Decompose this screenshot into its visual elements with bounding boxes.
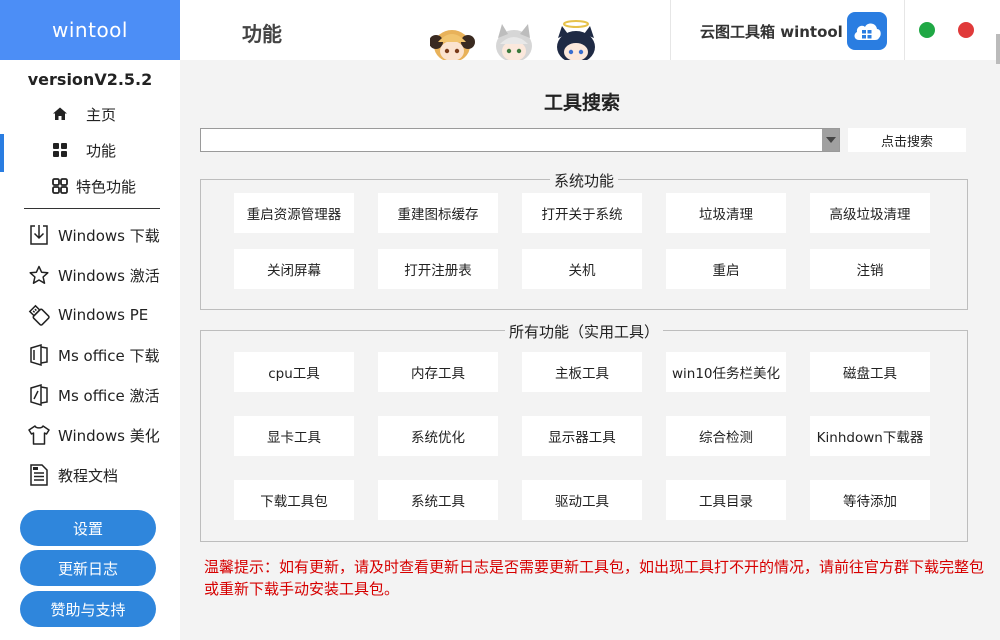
cloud-toolbox-label: 云图工具箱 wintool	[700, 23, 843, 41]
sidebar-label: Windows 美化	[58, 426, 160, 445]
sidebar-item-windows-activate[interactable]: Windows 激活	[0, 255, 180, 295]
sidebar-label: Windows 激活	[58, 266, 160, 285]
tool-button[interactable]: cpu工具	[234, 352, 354, 392]
document-icon	[28, 464, 50, 486]
version-label: versionV2.5.2	[27, 70, 153, 89]
system-functions-group: 系统功能 重启资源管理器 重建图标缓存 打开关于系统 垃圾清理 高级垃圾清理关闭屏幕 打开…	[200, 172, 968, 310]
header-separator	[670, 0, 671, 60]
settings-button[interactable]: 设置	[20, 510, 156, 546]
tool-button[interactable]: 内存工具	[378, 352, 498, 392]
tool-button[interactable]: 重建图标缓存	[378, 193, 498, 233]
tool-button[interactable]: 驱动工具	[522, 480, 642, 520]
nav-item-features[interactable]: 功能	[0, 132, 180, 172]
tool-button[interactable]: 高级垃圾清理	[810, 193, 930, 233]
tool-button[interactable]: 打开注册表	[378, 249, 498, 289]
tool-button[interactable]: 注销	[810, 249, 930, 289]
all-buttons-grid: cpu工具 内存工具 主板工具 win10任务栏美化 磁盘工具显卡工具 系统优化 显示器工具…	[234, 352, 930, 520]
nav-label-home: 主页	[86, 105, 117, 124]
sidebar-label: Windows 下载	[58, 226, 160, 245]
tool-button[interactable]: 等待添加	[810, 480, 930, 520]
sidebar-item-windows-beautify[interactable]: Windows 美化	[0, 415, 180, 455]
scrollbar-thumb[interactable]	[996, 34, 1000, 64]
minimize-button[interactable]	[919, 22, 935, 38]
usb-icon	[28, 304, 50, 326]
shirt-icon	[28, 424, 50, 446]
tool-button[interactable]: 重启资源管理器	[234, 193, 354, 233]
tool-button[interactable]: 打开关于系统	[522, 193, 642, 233]
tool-button[interactable]: 下载工具包	[234, 480, 354, 520]
sidebar: wintool versionV2.5.2 主页 功能 特色功能 Windows…	[0, 0, 180, 640]
app-window: wintool versionV2.5.2 主页 功能 特色功能 Windows…	[0, 0, 1000, 640]
page-title: 功能	[242, 22, 282, 46]
sidebar-label: Windows PE	[58, 306, 149, 324]
sidebar-label: Ms office 下载	[58, 346, 160, 365]
grid-icon	[52, 142, 68, 158]
group-title-all: 所有功能（实用工具）	[504, 323, 663, 341]
close-button[interactable]	[958, 22, 974, 38]
tool-button[interactable]: 磁盘工具	[810, 352, 930, 392]
tool-button[interactable]: 显示器工具	[522, 416, 642, 456]
download-icon	[28, 224, 50, 246]
changelog-button[interactable]: 更新日志	[20, 550, 156, 586]
sidebar-item-tutorial[interactable]: 教程文档	[0, 455, 180, 495]
notice-text: 温馨提示：如有更新，请及时查看更新日志是否需要更新工具包，如出现工具打不开的情况…	[204, 558, 985, 598]
feature-grid-icon	[52, 178, 68, 194]
search-input[interactable]	[201, 129, 821, 151]
nav-item-home[interactable]: 主页	[0, 96, 180, 132]
nav-label-features: 功能	[86, 141, 117, 160]
tool-button[interactable]: 工具目录	[666, 480, 786, 520]
search-section-title: 工具搜索	[544, 92, 621, 114]
tool-button[interactable]: Kinhdown下载器	[810, 416, 930, 456]
cloud-grid-icon	[854, 23, 881, 40]
office-key-icon	[28, 384, 50, 406]
sidebar-item-office-activate[interactable]: Ms office 激活	[0, 375, 180, 415]
search-combobox[interactable]	[200, 128, 840, 152]
tool-button[interactable]: 关机	[522, 249, 642, 289]
tool-button[interactable]: 系统优化	[378, 416, 498, 456]
header-bar: 功能 云图工具箱 wintool	[180, 0, 1000, 64]
cloud-toolbox-button[interactable]	[847, 12, 887, 50]
sidebar-item-office-download[interactable]: Ms office 下载	[0, 335, 180, 375]
sidebar-item-windows-download[interactable]: Windows 下载	[0, 215, 180, 255]
search-button[interactable]: 点击搜索	[848, 128, 966, 152]
home-icon	[52, 106, 68, 122]
brand-logo: wintool	[0, 0, 180, 60]
sidebar-divider	[24, 208, 160, 209]
group-title-system: 系统功能	[549, 172, 618, 190]
tool-button[interactable]: 显卡工具	[234, 416, 354, 456]
system-buttons-grid: 重启资源管理器 重建图标缓存 打开关于系统 垃圾清理 高级垃圾清理关闭屏幕 打开注册表 关机…	[234, 193, 930, 289]
sidebar-label: Ms office 激活	[58, 386, 160, 405]
tool-button[interactable]: 主板工具	[522, 352, 642, 392]
tool-button[interactable]: 重启	[666, 249, 786, 289]
mascot-illustration	[430, 20, 595, 60]
sidebar-label: 教程文档	[58, 466, 119, 485]
office-icon	[28, 344, 50, 366]
tool-button[interactable]: 垃圾清理	[666, 193, 786, 233]
tool-button[interactable]: 系统工具	[378, 480, 498, 520]
star-icon	[28, 264, 50, 286]
sidebar-item-windows-pe[interactable]: Windows PE	[0, 295, 180, 335]
support-button[interactable]: 赞助与支持	[20, 591, 156, 627]
tool-button[interactable]: win10任务栏美化	[666, 352, 786, 392]
nav-label-special: 特色功能	[76, 177, 137, 196]
nav-item-special[interactable]: 特色功能	[0, 168, 180, 204]
tool-button[interactable]: 综合检测	[666, 416, 786, 456]
dropdown-arrow-icon[interactable]	[822, 129, 839, 151]
header-separator	[904, 0, 905, 60]
all-functions-group: 所有功能（实用工具） cpu工具 内存工具 主板工具 win10任务栏美化 磁盘工具显卡…	[200, 323, 968, 542]
tool-button[interactable]: 关闭屏幕	[234, 249, 354, 289]
